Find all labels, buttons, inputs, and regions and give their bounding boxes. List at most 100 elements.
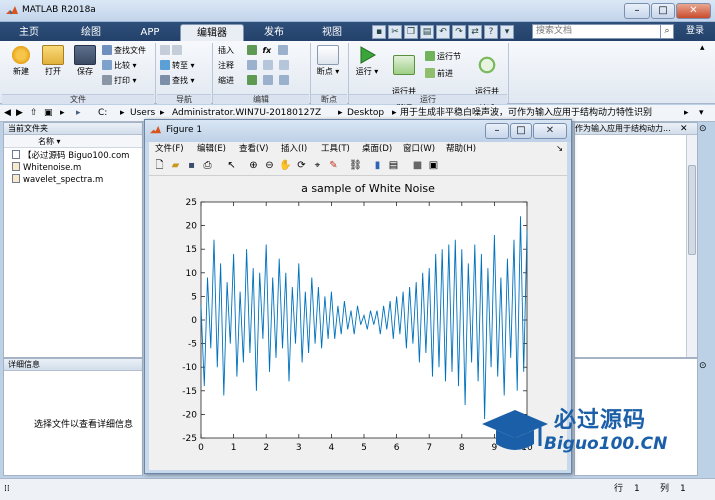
column-label: 列 xyxy=(660,484,670,494)
pan-icon[interactable]: ✋ xyxy=(279,159,292,172)
search-icon[interactable]: ⌕ xyxy=(660,24,674,39)
m-file-icon xyxy=(12,174,20,183)
up-folder-icon[interactable]: ⇧ xyxy=(30,105,38,122)
insert-table-icon[interactable] xyxy=(277,45,288,55)
link-icon[interactable]: ⛓ xyxy=(349,159,362,172)
plot-area[interactable] xyxy=(200,201,528,439)
column-header-name[interactable]: 名称 ▾ xyxy=(4,135,142,148)
advance-button[interactable]: 前进 xyxy=(425,68,473,80)
nav-back-forward[interactable] xyxy=(160,45,208,57)
details-message: 选择文件以查看详细信息 xyxy=(34,420,134,430)
insert-button[interactable]: 插入 fx xyxy=(218,45,308,57)
file-item[interactable]: 【必过源码 Biguo100.com xyxy=(4,150,142,162)
tab-home[interactable]: 主页 xyxy=(6,24,52,41)
tab-editor[interactable]: 编辑器 xyxy=(180,24,244,41)
panel-menu-icon[interactable]: ⊙ xyxy=(699,124,707,134)
qa-help-icon[interactable]: ? xyxy=(484,25,498,39)
qa-undo-icon[interactable]: ↶ xyxy=(436,25,450,39)
run-button[interactable]: 运行 ▾ xyxy=(352,45,382,77)
file-item[interactable]: wavelet_spectra.m xyxy=(4,174,142,186)
folder-history-icon[interactable]: ▸ xyxy=(60,105,65,122)
back-icon[interactable]: ◀ xyxy=(4,105,11,122)
new-figure-icon[interactable]: 🗋 xyxy=(153,159,166,172)
zoom-in-icon[interactable]: ⊕ xyxy=(247,159,260,172)
rotate-icon[interactable]: ⟳ xyxy=(295,159,308,172)
advance-icon xyxy=(425,68,435,78)
figure-title-bar: Figure 1 – □ ✕ xyxy=(145,120,571,142)
print-icon[interactable]: ⎙ xyxy=(201,159,214,172)
figure-maximize-button[interactable]: □ xyxy=(510,123,532,139)
browse-folder-icon[interactable]: ▣ xyxy=(44,105,53,122)
editor-tab-label[interactable]: 作为输入应用于结构动力... xyxy=(575,124,671,133)
find-button[interactable]: 查找 ▾ xyxy=(160,75,208,87)
tab-apps[interactable]: APP xyxy=(124,24,176,41)
zoom-out-icon[interactable]: ⊖ xyxy=(263,159,276,172)
save-button[interactable]: 保存 xyxy=(70,45,100,77)
menu-edit[interactable]: 编辑(E) xyxy=(197,142,226,156)
pointer-icon[interactable]: ↖ xyxy=(225,159,238,172)
editor-panel: 作为输入应用于结构动力... xyxy=(574,122,698,358)
decrease-indent-icon[interactable] xyxy=(278,75,289,85)
breakpoints-button[interactable]: 断点 ▾ xyxy=(313,45,343,77)
tab-plots[interactable]: 绘图 xyxy=(66,24,116,41)
qa-paste-icon[interactable]: ▤ xyxy=(420,25,434,39)
brush-icon[interactable]: ✎ xyxy=(327,159,340,172)
save-icon[interactable]: ▪ xyxy=(185,159,198,172)
compare-button[interactable]: 比较 ▾ xyxy=(102,60,154,72)
x-tick-label: 5 xyxy=(361,443,367,453)
tab-publish[interactable]: 发布 xyxy=(250,24,298,41)
vertical-scrollbar[interactable] xyxy=(686,135,697,357)
find-files-button[interactable]: 查找文件 xyxy=(102,45,154,57)
new-button[interactable]: 新建 xyxy=(6,45,36,77)
menu-file[interactable]: 文件(F) xyxy=(155,142,184,156)
print-button[interactable]: 打印 ▾ xyxy=(102,75,154,87)
comment-button[interactable]: 注释 xyxy=(218,60,308,72)
text-file-icon xyxy=(12,150,20,159)
qa-cut-icon[interactable]: ✂ xyxy=(388,25,402,39)
menu-help[interactable]: 帮助(H) xyxy=(446,142,476,156)
group-divider xyxy=(508,43,509,103)
open-icon[interactable]: ▰ xyxy=(169,159,182,172)
login-button[interactable]: 登录 xyxy=(680,24,710,39)
collapse-ribbon-icon[interactable]: ▴ xyxy=(700,43,705,53)
file-item[interactable]: Whitenoise.m xyxy=(4,162,142,174)
panel-close-icon[interactable]: ✕ xyxy=(680,124,688,134)
wrap-comments-icon[interactable] xyxy=(278,60,289,70)
maximize-button[interactable]: □ xyxy=(651,3,675,19)
qa-save-icon[interactable]: ▪ xyxy=(372,25,386,39)
tab-view[interactable]: 视图 xyxy=(308,24,356,41)
menu-view[interactable]: 查看(V) xyxy=(239,142,268,156)
goto-button[interactable]: 转至 ▾ xyxy=(160,60,208,72)
qa-dropdown-icon[interactable]: ▾ xyxy=(500,25,514,39)
legend-icon[interactable]: ▤ xyxy=(387,159,400,172)
menu-window[interactable]: 窗口(W) xyxy=(403,142,435,156)
datatip-icon[interactable]: ⌖ xyxy=(311,159,324,172)
qa-switch-icon[interactable]: ⇄ xyxy=(468,25,482,39)
hide-plot-tools-icon[interactable]: ■ xyxy=(411,159,424,172)
search-input[interactable]: 搜索文档 xyxy=(532,24,674,39)
menu-dock-icon[interactable]: ↘ xyxy=(556,142,563,156)
qa-redo-icon[interactable]: ↷ xyxy=(452,25,466,39)
watermark-url: Biguo100.CN xyxy=(544,434,668,454)
open-button[interactable]: 打开 xyxy=(38,45,68,77)
run-section-button[interactable]: 运行节 xyxy=(425,51,473,63)
forward-icon[interactable]: ▶ xyxy=(16,105,23,122)
increase-indent-icon[interactable] xyxy=(262,75,273,85)
address-dropdown-icon[interactable]: ▾ xyxy=(699,105,704,122)
uncomment-icon[interactable] xyxy=(262,60,273,70)
menu-desktop[interactable]: 桌面(D) xyxy=(362,142,392,156)
figure-minimize-button[interactable]: – xyxy=(485,123,509,139)
path-segment-drive[interactable]: C: xyxy=(98,105,107,122)
figure-close-button[interactable]: ✕ xyxy=(533,123,567,139)
workspace-menu-icon[interactable]: ⊙ xyxy=(699,361,707,371)
colorbar-icon[interactable]: ▮ xyxy=(371,159,384,172)
qa-copy-icon[interactable]: ❐ xyxy=(404,25,418,39)
fx-icon[interactable]: fx xyxy=(263,46,272,55)
close-button[interactable]: ✕ xyxy=(676,3,711,19)
show-plot-tools-icon[interactable]: ▣ xyxy=(427,159,440,172)
minimize-button[interactable]: – xyxy=(624,3,650,19)
menu-tools[interactable]: 工具(T) xyxy=(321,142,350,156)
menu-insert[interactable]: 插入(I) xyxy=(281,142,307,156)
scrollbar-thumb[interactable] xyxy=(688,165,696,255)
indent-button[interactable]: 缩进 xyxy=(218,75,308,87)
